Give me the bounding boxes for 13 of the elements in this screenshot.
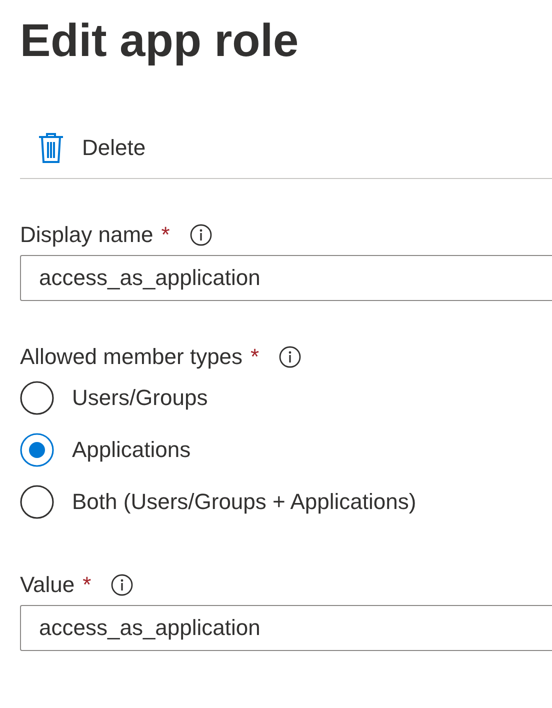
field-label: Display name bbox=[20, 222, 154, 248]
delete-button[interactable]: Delete bbox=[38, 128, 146, 168]
radio-option[interactable]: Both (Users/Groups + Applications) bbox=[20, 485, 552, 519]
required-mark: * bbox=[161, 222, 170, 248]
required-mark: * bbox=[82, 572, 92, 598]
field-label: Value bbox=[20, 572, 75, 598]
radio-option[interactable]: Users/Groups bbox=[20, 381, 552, 415]
radio-option[interactable]: Applications bbox=[20, 433, 552, 467]
page-title: Edit app role bbox=[20, 13, 300, 68]
text-field[interactable]: access_as_application bbox=[20, 255, 552, 301]
required-mark: * bbox=[250, 344, 260, 370]
field-label: Allowed member types bbox=[20, 344, 243, 370]
text-field[interactable]: access_as_application bbox=[20, 605, 552, 651]
